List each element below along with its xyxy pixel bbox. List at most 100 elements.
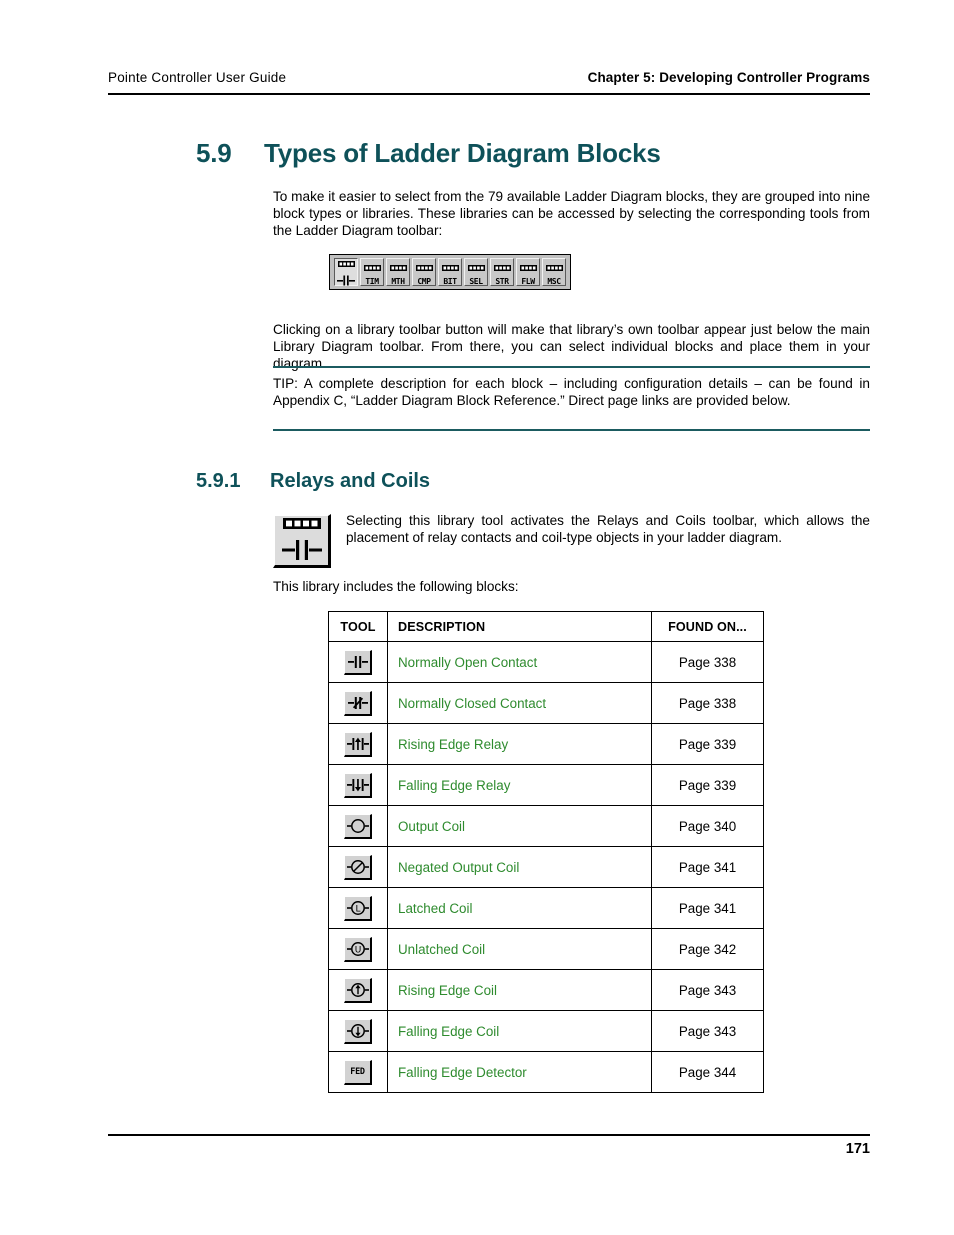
subsection-heading: 5.9.1 Relays and Coils <box>196 470 430 493</box>
description-link[interactable]: Latched Coil <box>387 887 652 929</box>
contact-icon <box>281 539 322 566</box>
column-header-tool: TOOL <box>328 611 388 642</box>
svg-text:L: L <box>355 904 360 914</box>
output-coil-icon[interactable] <box>344 813 372 839</box>
tool-cell <box>328 682 388 724</box>
dots-icon <box>337 254 355 272</box>
tool-cell <box>328 846 388 888</box>
found-on-cell: Page 338 <box>651 682 764 724</box>
toolbar-button-label: MSC <box>547 277 561 286</box>
latched-coil-icon[interactable]: L <box>344 895 372 921</box>
table-row: Rising Edge Coil Page 343 <box>328 969 764 1011</box>
found-on-cell: Page 339 <box>651 723 764 765</box>
dots-icon <box>389 258 407 276</box>
clicking-paragraph: Clicking on a library toolbar button wil… <box>273 322 870 372</box>
blocks-table: TOOL DESCRIPTION FOUND ON... Normally Op… <box>328 611 764 1093</box>
toolbar-button-label: SEL <box>469 277 483 286</box>
page-number: 171 <box>845 1141 870 1157</box>
toolbar-button-bit[interactable]: BIT <box>438 258 462 286</box>
subsection-title: Relays and Coils <box>270 470 431 492</box>
column-header-description: DESCRIPTION <box>387 611 652 642</box>
falling-edge-detector-label: FED <box>350 1066 365 1077</box>
ladder-diagram-toolbar: TIM MTH CMP BIT SEL STR FLW MSC <box>329 254 571 290</box>
toolbar-button-label: FLW <box>521 277 535 286</box>
found-on-cell: Page 341 <box>651 846 764 888</box>
table-row: Falling Edge Relay Page 339 <box>328 764 764 806</box>
found-on-cell: Page 341 <box>651 887 764 929</box>
found-on-cell: Page 344 <box>651 1051 764 1093</box>
table-row: FED Falling Edge Detector Page 344 <box>328 1051 764 1093</box>
tool-cell: FED <box>328 1051 388 1093</box>
selecting-paragraph: Selecting this library tool activates th… <box>346 513 870 546</box>
description-link[interactable]: Rising Edge Relay <box>387 723 652 765</box>
table-row: L Latched Coil Page 341 <box>328 887 764 929</box>
dots-icon <box>282 516 321 534</box>
falling-edge-detector-icon[interactable]: FED <box>344 1059 372 1085</box>
falling-edge-relay-icon[interactable] <box>344 772 372 798</box>
this-library-paragraph: This library includes the following bloc… <box>273 579 519 594</box>
tool-cell <box>328 723 388 765</box>
svg-text:U: U <box>354 945 361 955</box>
column-header-found-on: FOUND ON... <box>651 611 764 642</box>
normally-closed-contact-icon[interactable] <box>344 690 372 716</box>
description-link[interactable]: Rising Edge Coil <box>387 969 652 1011</box>
dots-icon <box>441 258 459 276</box>
found-on-cell: Page 343 <box>651 969 764 1011</box>
running-header-right: Chapter 5: Developing Controller Program… <box>587 70 870 85</box>
description-link[interactable]: Unlatched Coil <box>387 928 652 970</box>
rising-edge-coil-icon[interactable] <box>344 977 372 1003</box>
description-link[interactable]: Normally Open Contact <box>387 641 652 683</box>
found-on-cell: Page 340 <box>651 805 764 847</box>
table-row: Normally Closed Contact Page 338 <box>328 682 764 724</box>
falling-edge-coil-icon[interactable] <box>344 1018 372 1044</box>
table-row: Normally Open Contact Page 338 <box>328 641 764 683</box>
description-link[interactable]: Falling Edge Detector <box>387 1051 652 1093</box>
toolbar-button-msc[interactable]: MSC <box>542 258 566 286</box>
running-header-left: Pointe Controller User Guide <box>108 70 287 85</box>
table-row: Output Coil Page 340 <box>328 805 764 847</box>
toolbar-button-relays-and-coils[interactable] <box>334 258 358 286</box>
table-header-row: TOOL DESCRIPTION FOUND ON... <box>328 611 764 642</box>
found-on-cell: Page 338 <box>651 641 764 683</box>
rising-edge-relay-icon[interactable] <box>344 731 372 757</box>
dots-icon <box>545 258 563 276</box>
toolbar-button-label: STR <box>495 277 509 286</box>
toolbar-button-tim[interactable]: TIM <box>360 258 384 286</box>
intro-paragraph: To make it easier to select from the 79 … <box>273 189 870 239</box>
toolbar-button-mth[interactable]: MTH <box>386 258 410 286</box>
normally-open-contact-icon[interactable] <box>344 649 372 675</box>
tip-paragraph: TIP: A complete description for each blo… <box>273 376 870 409</box>
tool-cell: U <box>328 928 388 970</box>
toolbar-button-sel[interactable]: SEL <box>464 258 488 286</box>
section-heading: 5.9 Types of Ladder Diagram Blocks <box>196 138 661 169</box>
table-row: U Unlatched Coil Page 342 <box>328 928 764 970</box>
unlatched-coil-icon[interactable]: U <box>344 936 372 962</box>
negated-output-coil-icon[interactable] <box>344 854 372 880</box>
table-row: Negated Output Coil Page 341 <box>328 846 764 888</box>
toolbar-button-str[interactable]: STR <box>490 258 514 286</box>
toolbar-button-label: MTH <box>391 277 405 286</box>
description-link[interactable]: Output Coil <box>387 805 652 847</box>
relays-and-coils-library-icon[interactable] <box>273 514 331 568</box>
toolbar-button-flw[interactable]: FLW <box>516 258 540 286</box>
document-page: Pointe Controller User Guide Chapter 5: … <box>0 0 954 1235</box>
dots-icon <box>519 258 537 276</box>
toolbar-button-label: BIT <box>443 277 457 286</box>
description-link[interactable]: Falling Edge Coil <box>387 1010 652 1052</box>
description-link[interactable]: Normally Closed Contact <box>387 682 652 724</box>
description-link[interactable]: Falling Edge Relay <box>387 764 652 806</box>
footer-rule <box>108 1134 870 1136</box>
found-on-cell: Page 342 <box>651 928 764 970</box>
tip-rule-top <box>273 366 870 368</box>
dots-icon <box>493 258 511 276</box>
contact-icon <box>337 273 355 291</box>
description-link[interactable]: Negated Output Coil <box>387 846 652 888</box>
running-header: Pointe Controller User Guide Chapter 5: … <box>108 70 870 85</box>
tip-rule-bottom <box>273 429 870 431</box>
tool-cell <box>328 805 388 847</box>
tool-cell <box>328 1010 388 1052</box>
dots-icon <box>415 258 433 276</box>
dots-icon <box>363 258 381 276</box>
found-on-cell: Page 343 <box>651 1010 764 1052</box>
toolbar-button-cmp[interactable]: CMP <box>412 258 436 286</box>
